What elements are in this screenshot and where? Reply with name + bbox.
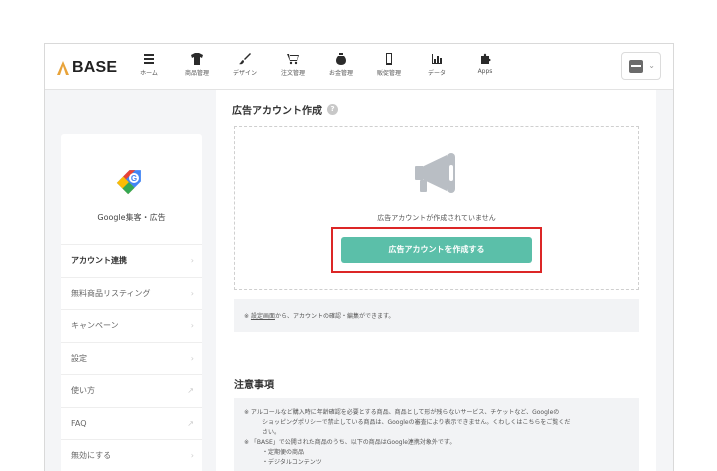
sidebar-menu: アカウント連携 › 無料商品リスティング › キャンペーン › 設定 › 使い方… (61, 244, 202, 471)
nav-promotion[interactable]: 販促管理 (365, 53, 413, 77)
chevron-right-icon: › (190, 321, 194, 331)
nav-apps[interactable]: Apps (461, 53, 509, 77)
base-logo[interactable]: BASE (57, 58, 117, 78)
chevron-right-icon: › (190, 288, 194, 298)
nav-orders[interactable]: 注文管理 (269, 53, 317, 77)
nav-orders-label: 注文管理 (280, 70, 305, 77)
nav-home-label: ホーム (140, 70, 158, 77)
empty-state-message: 広告アカウントが作成されていません (377, 214, 496, 222)
sidebar-item-label: アカウント連携 (71, 256, 127, 266)
brush-icon (239, 53, 251, 65)
sidebar: G Google集客・広告 アカウント連携 › 無料商品リスティング › キャン… (61, 134, 202, 471)
sidebar-item-label: 無効にする (71, 451, 112, 461)
caution-line: ショッピングポリシーで禁止している商品は、Googleの審査により表示できません… (262, 419, 571, 426)
sidebar-item-how-to[interactable]: 使い方 ↗ (61, 374, 202, 407)
base-logo-icon (57, 61, 69, 75)
top-header: BASE ホーム 商品管理 デザイン 注文管理 お金管理 販促管理 データ Ap… (45, 44, 673, 90)
google-tag-icon: G (116, 170, 141, 195)
sidebar-item-label: 設定 (71, 353, 87, 363)
nav-products[interactable]: 商品管理 (173, 53, 221, 77)
sidebar-item-label: FAQ (71, 418, 87, 428)
caution-line: ※ アルコールなど購入時に年齢確認を必要とする商品、商品として形が残らないサービ… (244, 409, 560, 416)
shirt-icon (191, 53, 203, 65)
phone-icon (386, 53, 392, 65)
sidebar-item-faq[interactable]: FAQ ↗ (61, 406, 202, 440)
app-window: BASE ホーム 商品管理 デザイン 注文管理 お金管理 販促管理 データ Ap… (44, 43, 674, 471)
caution-title: 注意事項 (234, 380, 274, 391)
nav-promotion-label: 販促管理 (376, 70, 401, 77)
nav-home[interactable]: ホーム (125, 53, 173, 77)
empty-state-panel: 広告アカウントが作成されていません 広告アカウントを作成する (234, 126, 639, 290)
sidebar-item-campaign[interactable]: キャンペーン › (61, 309, 202, 342)
nav-data-label: データ (427, 70, 446, 77)
settings-note: ※ 設定画面から、アカウントの確認・編集ができます。 (234, 299, 639, 332)
main-content: 広告アカウント作成 ? 広告アカウントが作成されていません 広告アカウントを作成… (216, 90, 656, 471)
main-nav: ホーム 商品管理 デザイン 注文管理 お金管理 販促管理 データ Apps (125, 53, 509, 77)
list-icon (144, 54, 154, 64)
chevron-right-icon: › (190, 353, 194, 363)
sidebar-title: Google集客・広告 (97, 213, 166, 222)
help-icon[interactable]: ? (327, 104, 338, 115)
sidebar-item-label: 使い方 (71, 386, 95, 396)
store-avatar (629, 60, 643, 73)
page-title: 広告アカウント作成 ? (232, 102, 338, 117)
caution-line: さい。 (262, 429, 281, 436)
sidebar-item-free-listing[interactable]: 無料商品リスティング › (61, 276, 202, 310)
external-link-icon: ↗ (187, 418, 194, 428)
external-link-icon: ↗ (187, 386, 194, 396)
sidebar-item-disable[interactable]: 無効にする › (61, 439, 202, 471)
puzzle-icon (481, 53, 491, 64)
svg-text:G: G (131, 174, 137, 183)
page-title-text: 広告アカウント作成 (232, 106, 322, 117)
nav-products-label: 商品管理 (184, 70, 209, 77)
note-prefix: ※ (244, 313, 251, 320)
caution-line: ※ 「BASE」で公開された商品のうち、以下の商品はGoogle連携対象外です。 (244, 439, 456, 446)
sidebar-item-settings[interactable]: 設定 › (61, 341, 202, 375)
nav-data[interactable]: データ (413, 53, 461, 77)
nav-design-label: デザイン (232, 70, 257, 77)
nav-money-label: お金管理 (328, 70, 353, 77)
nav-money[interactable]: お金管理 (317, 53, 365, 77)
sidebar-item-account-link[interactable]: アカウント連携 › (61, 244, 202, 277)
sidebar-item-label: キャンペーン (71, 321, 119, 331)
caution-box: ※ アルコールなど購入時に年齢確認を必要とする商品、商品として形が残らないサービ… (234, 398, 639, 471)
chevron-down-icon: ⌄ (648, 61, 655, 70)
caution-line: ・定期便の商品 (262, 449, 305, 456)
settings-link[interactable]: 設定画面 (251, 313, 275, 320)
create-ad-account-button[interactable]: 広告アカウントを作成する (341, 237, 532, 263)
scrollbar[interactable] (656, 90, 673, 471)
brand-name: BASE (72, 59, 118, 76)
store-menu-button[interactable]: ⌄ (621, 52, 661, 80)
cta-highlight: 広告アカウントを作成する (331, 227, 542, 273)
chevron-right-icon: › (190, 451, 194, 461)
caution-line: ・デジタルコンテンツ (262, 459, 322, 466)
money-bag-icon (336, 53, 346, 65)
bar-chart-icon (432, 54, 442, 64)
chevron-right-icon: › (190, 256, 194, 266)
nav-apps-label: Apps (477, 68, 493, 75)
megaphone-icon (415, 153, 455, 193)
nav-design[interactable]: デザイン (221, 53, 269, 77)
sidebar-item-label: 無料商品リスティング (71, 288, 151, 298)
note-suffix: から、アカウントの確認・編集ができます。 (274, 313, 395, 320)
cart-icon (287, 54, 299, 65)
